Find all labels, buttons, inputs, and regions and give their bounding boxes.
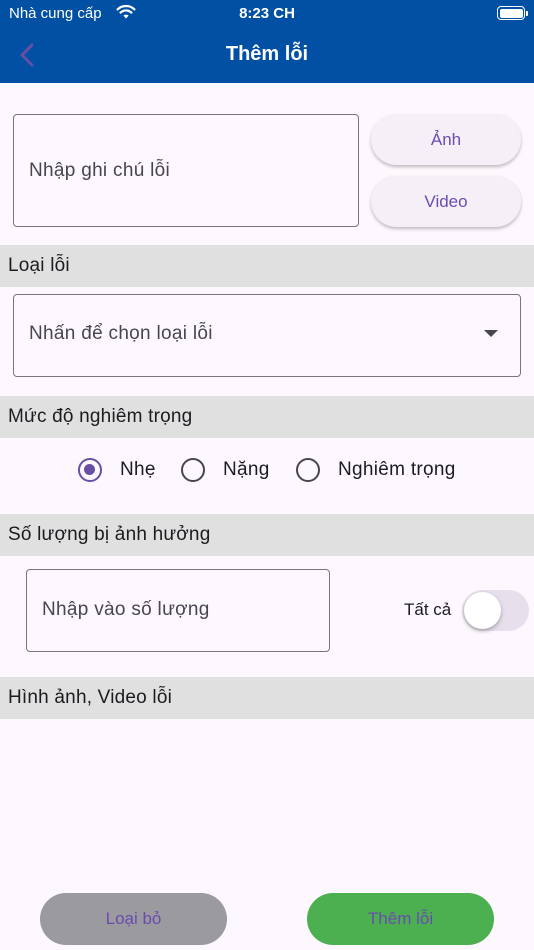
defect-note-placeholder: Nhập ghi chú lỗi bbox=[29, 160, 171, 181]
remove-button[interactable]: Loại bỏ bbox=[40, 893, 227, 945]
radio-unselected-icon bbox=[296, 458, 320, 482]
all-toggle-label: Tất cả bbox=[404, 600, 452, 619]
defect-type-section-header: Loại lỗi bbox=[0, 245, 534, 287]
severity-label-light: Nhẹ bbox=[120, 459, 156, 480]
all-toggle[interactable] bbox=[462, 590, 529, 631]
severity-label-heavy: Nặng bbox=[223, 459, 270, 480]
defect-type-dropdown[interactable]: Nhấn để chọn loại lỗi bbox=[13, 294, 521, 377]
quantity-placeholder: Nhập vào số lượng bbox=[42, 599, 210, 620]
toggle-knob bbox=[464, 592, 501, 629]
page-title: Thêm lỗi bbox=[225, 43, 309, 65]
quantity-section-header: Số lượng bị ảnh hưởng bbox=[0, 514, 534, 556]
severity-section-header: Mức độ nghiêm trọng bbox=[0, 396, 534, 438]
media-section-header: Hình ảnh, Video lỗi bbox=[0, 677, 534, 719]
add-photo-button[interactable]: Ảnh bbox=[371, 114, 521, 165]
radio-unselected-icon bbox=[181, 458, 205, 482]
defect-type-placeholder: Nhấn để chọn loại lỗi bbox=[29, 323, 213, 344]
quantity-input[interactable]: Nhập vào số lượng bbox=[26, 569, 330, 652]
caret-down-icon bbox=[484, 330, 498, 337]
app-bar: Thêm lỗi bbox=[0, 28, 534, 83]
clock: 8:23 CH bbox=[239, 5, 295, 22]
add-defect-button[interactable]: Thêm lỗi bbox=[307, 893, 494, 945]
defect-note-input[interactable]: Nhập ghi chú lỗi bbox=[13, 114, 359, 227]
add-video-button[interactable]: Video bbox=[371, 176, 521, 227]
status-bar: Nhà cung cấp 8:23 CH bbox=[0, 0, 534, 28]
radio-selected-icon bbox=[78, 458, 102, 482]
battery-icon bbox=[497, 6, 528, 20]
severity-label-critical: Nghiêm trọng bbox=[338, 459, 456, 480]
